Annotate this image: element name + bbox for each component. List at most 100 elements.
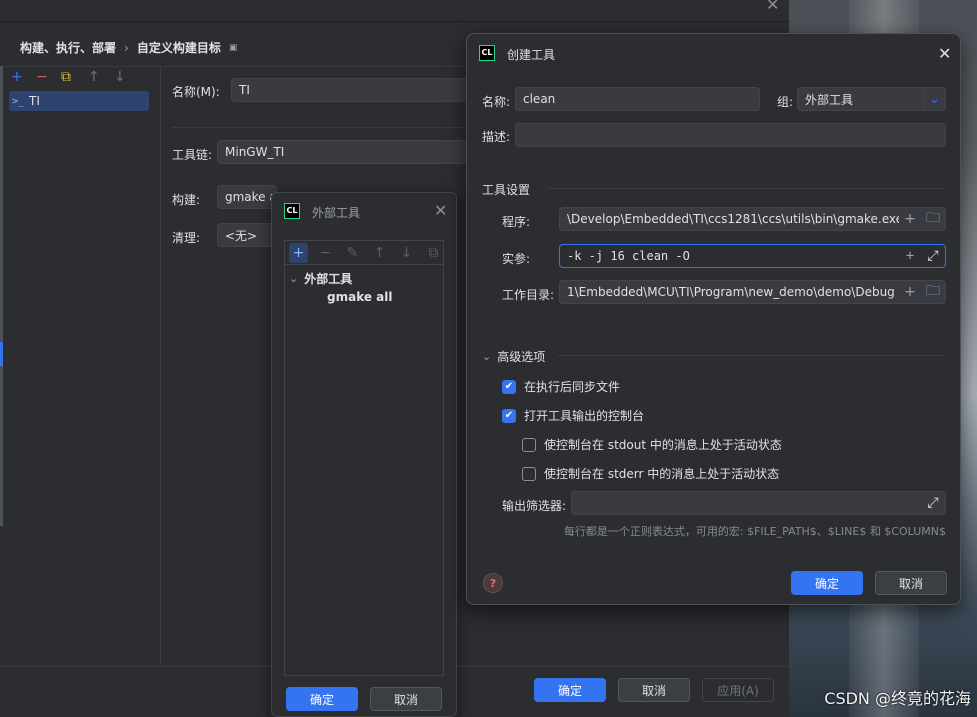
- settings-ok-button[interactable]: 确定: [534, 678, 606, 702]
- folder-icon[interactable]: 🗀: [921, 208, 945, 230]
- checkbox-checked-icon[interactable]: ✔: [502, 379, 516, 394]
- breadcrumb: 构建、执行、部署 › 自定义构建目标 ▣: [20, 39, 237, 56]
- tool-name-field[interactable]: clean: [515, 87, 760, 111]
- ext-toolbar: + − ✎ ↑ ↓ ⧉: [285, 241, 443, 265]
- expand-icon[interactable]: ⤢: [921, 248, 945, 264]
- plus-icon[interactable]: +: [899, 284, 921, 300]
- create-cancel-button[interactable]: 取消: [875, 571, 947, 595]
- tree-item-label: TI: [29, 94, 40, 108]
- name-label: 名称(M):: [172, 85, 220, 99]
- stderr-active-label: 使控制台在 stderr 中的消息上处于活动状态: [544, 467, 780, 481]
- program-field[interactable]: \Develop\Embedded\TI\ccs1281\ccs\utils\b…: [559, 207, 946, 231]
- program-value: \Develop\Embedded\TI\ccs1281\ccs\utils\b…: [567, 212, 899, 226]
- chevron-down-icon: ⌄: [289, 272, 299, 285]
- workdir-label: 工作目录:: [502, 288, 555, 302]
- tool-item-gmake-all[interactable]: gmake all: [327, 290, 393, 304]
- divider: [547, 188, 946, 189]
- chevron-down-icon[interactable]: ⌄: [923, 88, 945, 110]
- breadcrumb-item-custom-targets: 自定义构建目标: [136, 41, 221, 55]
- create-ok-button[interactable]: 确定: [791, 571, 863, 595]
- build-value: gmake a: [225, 190, 277, 204]
- output-filter-field[interactable]: ⤢: [571, 491, 946, 515]
- plus-icon[interactable]: +: [899, 211, 921, 227]
- move-down-icon[interactable]: ↓: [114, 70, 126, 84]
- name-field[interactable]: TI: [231, 78, 471, 102]
- build-label: 构建:: [172, 193, 201, 207]
- stderr-active-option[interactable]: 使控制台在 stderr 中的消息上处于活动状态: [522, 465, 779, 482]
- move-up-icon[interactable]: ↑: [370, 243, 389, 263]
- remove-target-icon[interactable]: −: [36, 70, 48, 84]
- chevron-down-icon: ⌄: [482, 350, 492, 363]
- targets-tree-panel: [3, 66, 161, 666]
- remove-tool-icon[interactable]: −: [316, 243, 335, 263]
- arguments-label: 实参:: [502, 252, 531, 266]
- advanced-options-toggle[interactable]: ⌄ 高级选项: [482, 348, 545, 365]
- workdir-field[interactable]: 1\Embedded\MCU\TI\Program\new_demo\demo\…: [559, 280, 946, 304]
- help-icon[interactable]: ?: [483, 573, 503, 593]
- checkbox-unchecked-icon[interactable]: [522, 437, 536, 452]
- move-down-icon[interactable]: ↓: [397, 243, 416, 263]
- divider: [557, 355, 946, 356]
- program-label: 程序:: [502, 215, 531, 229]
- external-tools-dialog: CL 外部工具 ✕ + − ✎ ↑ ↓ ⧉ ⌄ 外部工具 gmake all 确…: [271, 192, 457, 717]
- tool-settings-title: 工具设置: [482, 183, 531, 197]
- settings-title-bar: [0, 0, 789, 22]
- sync-files-label: 在执行后同步文件: [524, 380, 621, 394]
- group-label: 组:: [777, 95, 794, 109]
- name-value: TI: [239, 83, 250, 97]
- clean-select[interactable]: <无>: [217, 223, 277, 247]
- ext-tools-panel: + − ✎ ↑ ↓ ⧉ ⌄ 外部工具 gmake all: [284, 240, 444, 676]
- ext-cancel-button[interactable]: 取消: [370, 687, 442, 711]
- create-dialog-title: 创建工具: [507, 48, 556, 62]
- clion-logo-icon: CL: [479, 45, 495, 61]
- arguments-field[interactable]: -k -j 16 clean -O + ⤢: [559, 244, 946, 268]
- description-field[interactable]: [515, 123, 946, 147]
- group-value: 外部工具: [805, 92, 854, 107]
- description-label: 描述:: [482, 130, 511, 144]
- copy-target-icon[interactable]: ⧉: [61, 70, 71, 84]
- move-up-icon[interactable]: ↑: [88, 70, 100, 84]
- checkbox-checked-icon[interactable]: ✔: [502, 408, 516, 423]
- workdir-value: 1\Embedded\MCU\TI\Program\new_demo\demo\…: [567, 285, 895, 299]
- clean-value: <无>: [225, 228, 258, 243]
- tool-group-label: 外部工具: [304, 272, 353, 286]
- toolchain-select[interactable]: MinGW_TI: [217, 140, 471, 164]
- create-tool-dialog: CL 创建工具 ✕ 名称: clean 组: 外部工具 ⌄ 描述: 工具设置 程…: [466, 33, 961, 605]
- plus-icon[interactable]: +: [899, 248, 921, 264]
- stdout-active-option[interactable]: 使控制台在 stdout 中的消息上处于活动状态: [522, 436, 782, 453]
- add-tool-icon[interactable]: +: [289, 242, 308, 263]
- ext-ok-button[interactable]: 确定: [286, 687, 358, 711]
- checkbox-unchecked-icon[interactable]: [522, 466, 536, 481]
- folder-icon[interactable]: 🗀: [921, 281, 945, 303]
- open-console-option[interactable]: ✔ 打开工具输出的控制台: [502, 407, 644, 424]
- copy-tool-icon[interactable]: ⧉: [424, 243, 443, 263]
- advanced-options-label: 高级选项: [497, 350, 546, 364]
- breadcrumb-item-build[interactable]: 构建、执行、部署: [20, 39, 116, 56]
- arguments-value: -k -j 16 clean -O: [567, 249, 690, 263]
- stdout-active-label: 使控制台在 stdout 中的消息上处于活动状态: [544, 438, 782, 452]
- sync-files-option[interactable]: ✔ 在执行后同步文件: [502, 378, 620, 395]
- toolchain-value: MinGW_TI: [225, 145, 285, 159]
- settings-apply-button[interactable]: 应用(A): [702, 678, 774, 702]
- group-select[interactable]: 外部工具 ⌄: [797, 87, 946, 111]
- open-console-label: 打开工具输出的控制台: [524, 409, 645, 423]
- output-filter-hint: 每行都是一个正则表达式，可用的宏: $FILE_PATH$、$LINE$ 和 $…: [563, 525, 946, 538]
- settings-close-icon[interactable]: ✕: [766, 0, 779, 13]
- divider: [172, 127, 472, 128]
- ext-dialog-title: 外部工具: [312, 206, 361, 220]
- tool-group-row[interactable]: ⌄ 外部工具: [289, 270, 352, 287]
- project-scope-icon: ▣: [228, 42, 238, 53]
- clean-label: 清理:: [172, 231, 201, 245]
- settings-cancel-button[interactable]: 取消: [618, 678, 690, 702]
- edit-tool-icon[interactable]: ✎: [343, 243, 362, 263]
- add-target-icon[interactable]: +: [11, 70, 23, 84]
- breadcrumb-separator: ›: [124, 40, 129, 55]
- tool-name-label: 名称:: [482, 95, 511, 109]
- tree-item-ti[interactable]: >_ TI: [9, 91, 149, 111]
- expand-icon[interactable]: ⤢: [921, 495, 945, 511]
- output-filter-label: 输出筛选器:: [502, 499, 567, 513]
- create-close-icon[interactable]: ✕: [938, 46, 951, 62]
- build-select[interactable]: gmake a: [217, 185, 277, 209]
- ext-close-icon[interactable]: ✕: [434, 203, 447, 219]
- watermark: CSDN @终竟的花海: [824, 689, 971, 708]
